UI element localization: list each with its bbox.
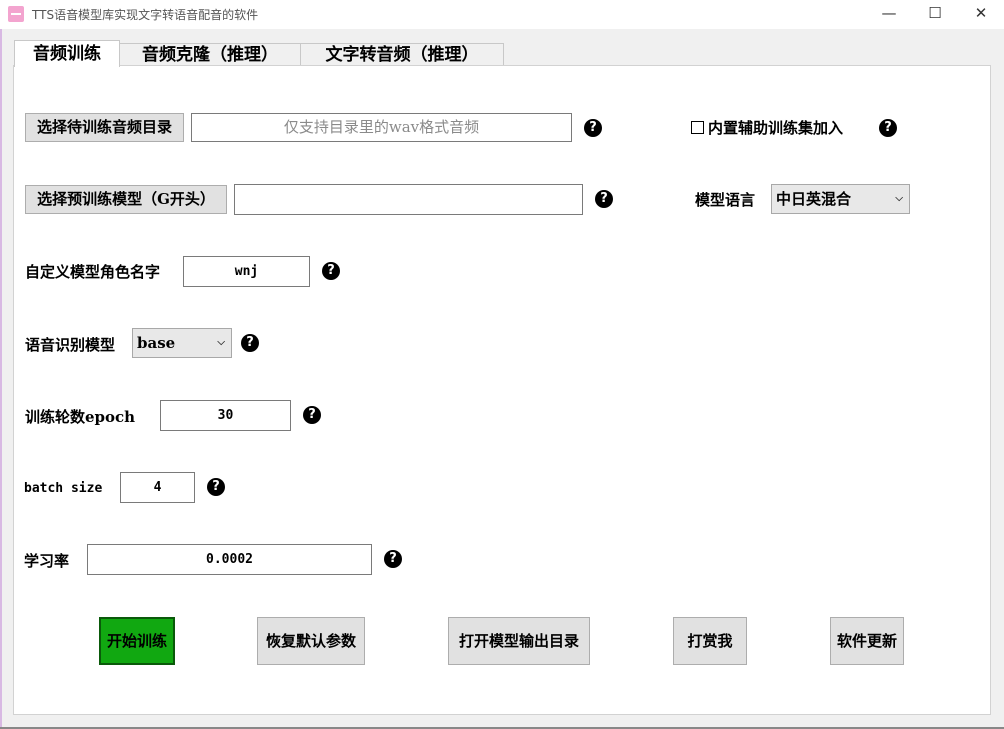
window-title: TTS语音模型库实现文字转语音配音的软件 xyxy=(32,8,259,22)
app-icon xyxy=(8,6,24,22)
chevron-down-icon: ⌵ xyxy=(895,193,903,204)
update-button[interactable]: 软件更新 xyxy=(830,617,904,665)
help-icon[interactable]: ? xyxy=(584,119,602,137)
asr-model-value: base xyxy=(137,334,176,352)
batch-size-input[interactable]: 4 xyxy=(120,472,195,503)
builtin-aux-checkbox[interactable] xyxy=(691,121,704,134)
tab-text-to-audio[interactable]: 文字转音频（推理） xyxy=(300,43,504,66)
reset-defaults-button[interactable]: 恢复默认参数 xyxy=(257,617,365,665)
pretrained-model-input[interactable] xyxy=(234,184,583,215)
help-icon[interactable]: ? xyxy=(241,334,259,352)
minimize-button[interactable]: — xyxy=(866,0,912,29)
help-icon[interactable]: ? xyxy=(207,478,225,496)
builtin-aux-label: 内置辅助训练集加入 xyxy=(708,119,844,137)
epoch-input[interactable]: 30 xyxy=(160,400,291,431)
learning-rate-label: 学习率 xyxy=(24,552,70,570)
audio-dir-input[interactable]: 仅支持目录里的wav格式音频 xyxy=(191,113,572,142)
open-output-dir-button[interactable]: 打开模型输出目录 xyxy=(448,617,590,665)
role-name-label: 自定义模型角色名字 xyxy=(25,263,161,281)
chevron-down-icon: ⌵ xyxy=(217,337,225,348)
start-training-button[interactable]: 开始训练 xyxy=(99,617,175,665)
batch-size-label: batch size xyxy=(24,481,103,496)
asr-model-label: 语音识别模型 xyxy=(25,336,116,354)
help-icon[interactable]: ? xyxy=(879,119,897,137)
model-language-value: 中日英混合 xyxy=(776,190,852,208)
asr-model-select[interactable]: base ⌵ xyxy=(132,328,232,358)
help-icon[interactable]: ? xyxy=(303,406,321,424)
role-name-input[interactable]: wnj xyxy=(183,256,310,287)
close-button[interactable]: ✕ xyxy=(958,0,1004,29)
window-left-edge xyxy=(0,29,2,729)
title-bar: TTS语音模型库实现文字转语音配音的软件 — ☐ ✕ xyxy=(0,0,1004,29)
learning-rate-input[interactable]: 0.0002 xyxy=(87,544,372,575)
tab-audio-training[interactable]: 音频训练 xyxy=(14,40,120,67)
maximize-button[interactable]: ☐ xyxy=(912,0,958,29)
help-icon[interactable]: ? xyxy=(595,190,613,208)
donate-button[interactable]: 打赏我 xyxy=(673,617,747,665)
model-language-select[interactable]: 中日英混合 ⌵ xyxy=(771,184,910,214)
help-icon[interactable]: ? xyxy=(384,550,402,568)
help-icon[interactable]: ? xyxy=(322,262,340,280)
epoch-label: 训练轮数epoch xyxy=(25,408,136,426)
model-language-label: 模型语言 xyxy=(695,191,756,209)
select-audio-dir-button[interactable]: 选择待训练音频目录 xyxy=(25,113,184,142)
select-pretrained-button[interactable]: 选择预训练模型（G开头） xyxy=(25,185,227,214)
tab-audio-clone[interactable]: 音频克隆（推理） xyxy=(118,43,302,66)
